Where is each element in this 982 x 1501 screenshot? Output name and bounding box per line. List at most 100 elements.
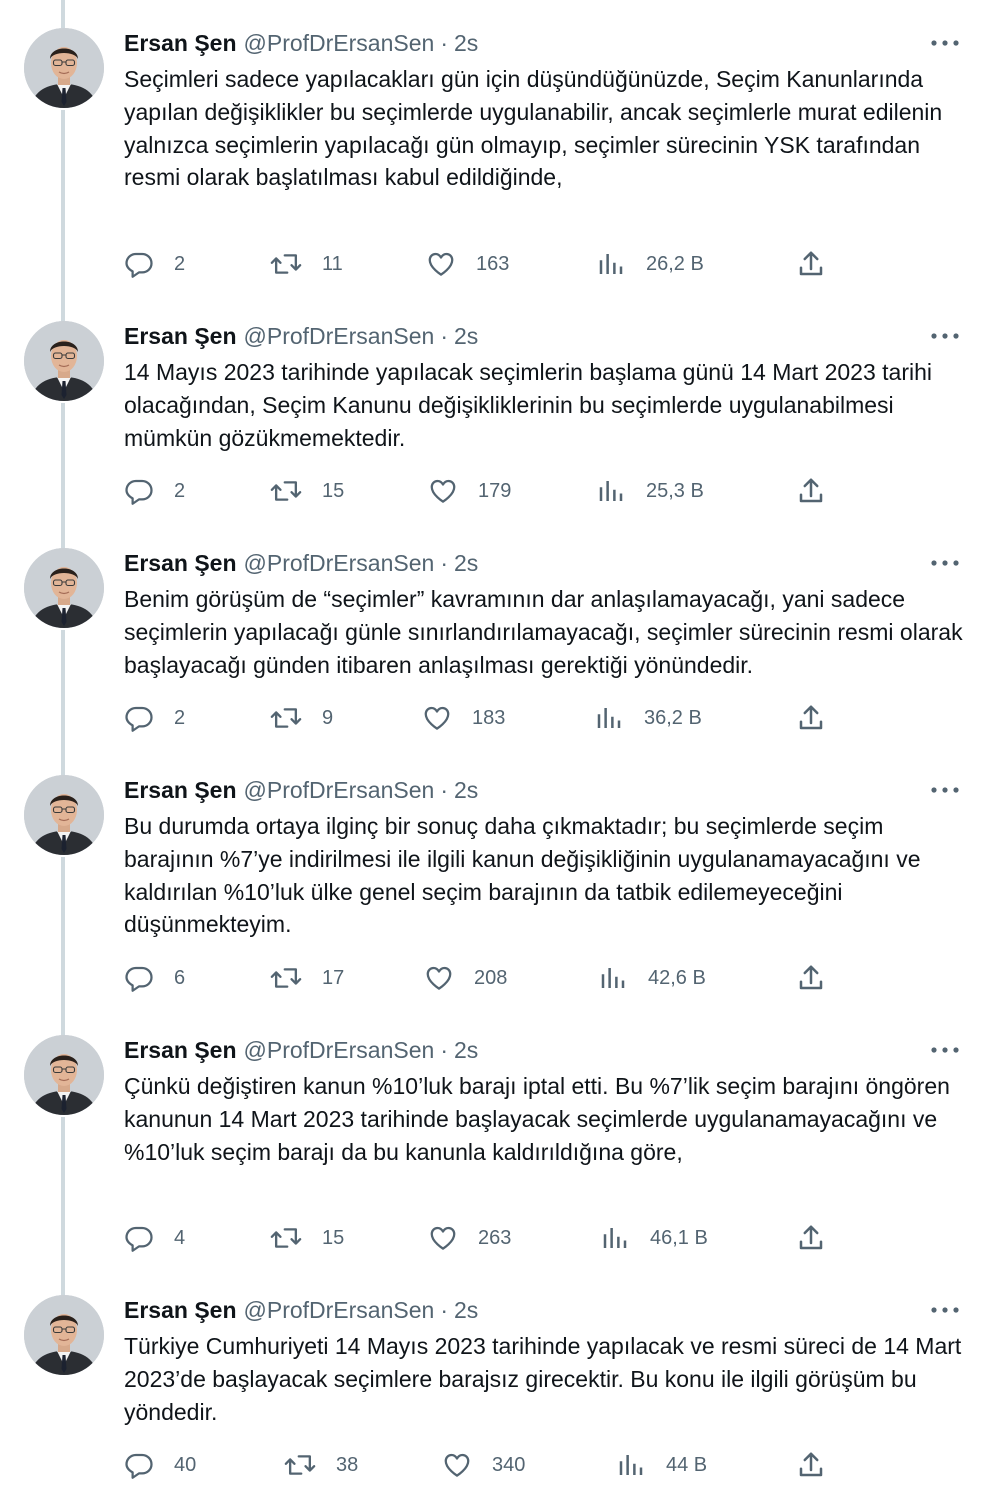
views-count: 36,2 B — [644, 706, 702, 729]
share-button[interactable] — [796, 702, 826, 734]
views-button[interactable]: 26,2 B — [596, 248, 704, 280]
like-button[interactable]: 208 — [424, 962, 507, 994]
author-handle[interactable]: @ProfDrErsanSen — [244, 30, 435, 57]
author-handle[interactable]: @ProfDrErsanSen — [244, 1297, 435, 1324]
author-name[interactable]: Ersan Şen — [124, 777, 237, 804]
share-icon — [799, 1225, 823, 1250]
views-button[interactable]: 25,3 B — [596, 475, 704, 507]
tweet-text: Benim görüşüm de “seçimler” kavramının d… — [124, 586, 963, 678]
share-icon — [799, 705, 823, 730]
more-button[interactable] — [928, 325, 962, 347]
more-button[interactable] — [928, 779, 962, 801]
like-button[interactable]: 263 — [428, 1222, 511, 1254]
heart-icon — [430, 479, 456, 503]
more-icon — [931, 1047, 959, 1053]
views-button[interactable]: 46,1 B — [600, 1222, 708, 1254]
tweet-time[interactable]: 2s — [454, 777, 478, 804]
avatar-icon — [24, 28, 104, 108]
heart-icon — [444, 1453, 470, 1477]
tweet-text: Çünkü değiştiren kanun %10’luk barajı ip… — [124, 1073, 950, 1165]
tweet-header: Ersan Şen @ProfDrErsanSen · 2s — [124, 28, 478, 58]
retweet-button[interactable]: 17 — [270, 962, 344, 994]
views-icon — [619, 1455, 643, 1475]
share-button[interactable] — [796, 962, 826, 994]
reply-button[interactable]: 6 — [124, 962, 185, 994]
tweet-time[interactable]: 2s — [454, 550, 478, 577]
retweet-icon — [270, 1228, 302, 1248]
views-button[interactable]: 36,2 B — [594, 702, 702, 734]
tweet-time[interactable]: 2s — [454, 1037, 478, 1064]
separator-dot: · — [440, 322, 448, 349]
share-button[interactable] — [796, 248, 826, 280]
share-button[interactable] — [796, 475, 826, 507]
tweet-time[interactable]: 2s — [454, 323, 478, 350]
more-button[interactable] — [928, 1299, 962, 1321]
reply-button[interactable]: 40 — [124, 1449, 196, 1481]
thread-line — [61, 857, 65, 1036]
author-name[interactable]: Ersan Şen — [124, 30, 237, 57]
tweet-actions: 2 15 179 25,3 B — [124, 475, 844, 507]
reply-button[interactable]: 2 — [124, 702, 185, 734]
reply-button[interactable]: 4 — [124, 1222, 185, 1254]
more-button[interactable] — [928, 32, 962, 54]
like-count: 183 — [472, 706, 506, 729]
like-button[interactable]: 183 — [422, 702, 505, 734]
more-button[interactable] — [928, 552, 962, 574]
share-button[interactable] — [796, 1222, 826, 1254]
retweet-button[interactable]: 15 — [270, 1222, 344, 1254]
avatar[interactable] — [24, 548, 104, 628]
tweet-text: Seçimleri sadece yapılacakları gün için … — [124, 66, 943, 191]
tweet-time[interactable]: 2s — [454, 30, 478, 57]
author-handle[interactable]: @ProfDrErsanSen — [244, 323, 435, 350]
reply-button[interactable]: 2 — [124, 248, 185, 280]
views-icon — [599, 254, 623, 274]
avatar[interactable] — [24, 1035, 104, 1115]
author-name[interactable]: Ersan Şen — [124, 1297, 237, 1324]
views-icon — [599, 481, 623, 501]
reply-button[interactable]: 2 — [124, 475, 185, 507]
author-handle[interactable]: @ProfDrErsanSen — [244, 550, 435, 577]
views-icon — [603, 1228, 627, 1248]
reply-icon — [125, 252, 153, 278]
avatar-icon — [24, 321, 104, 401]
views-button[interactable]: 42,6 B — [598, 962, 706, 994]
share-button[interactable] — [796, 1449, 826, 1481]
author-name[interactable]: Ersan Şen — [124, 1037, 237, 1064]
reply-count: 40 — [174, 1453, 197, 1476]
author-handle[interactable]: @ProfDrErsanSen — [244, 1037, 435, 1064]
tweet-header: Ersan Şen @ProfDrErsanSen · 2s — [124, 548, 478, 578]
retweet-button[interactable]: 11 — [270, 248, 343, 280]
retweet-icon — [284, 1455, 316, 1475]
like-count: 208 — [474, 966, 508, 989]
like-button[interactable]: 163 — [426, 248, 509, 280]
retweet-button[interactable]: 38 — [284, 1449, 358, 1481]
retweet-button[interactable]: 9 — [270, 702, 333, 734]
like-button[interactable]: 179 — [428, 475, 511, 507]
reply-icon — [125, 479, 153, 505]
author-handle[interactable]: @ProfDrErsanSen — [244, 777, 435, 804]
separator-dot: · — [440, 776, 448, 803]
tweet-time[interactable]: 2s — [454, 1297, 478, 1324]
more-icon — [931, 333, 959, 339]
tweet-text: Bu durumda ortaya ilginç bir sonuç daha … — [124, 813, 921, 938]
author-name[interactable]: Ersan Şen — [124, 323, 237, 350]
share-icon — [799, 251, 823, 276]
avatar[interactable] — [24, 1295, 104, 1375]
tweet-text: Türkiye Cumhuriyeti 14 Mayıs 2023 tarihi… — [124, 1333, 962, 1425]
more-icon — [931, 1307, 959, 1313]
avatar-icon — [24, 1295, 104, 1375]
retweet-button[interactable]: 15 — [270, 475, 344, 507]
reply-icon — [125, 1226, 153, 1252]
thread-line — [61, 110, 65, 322]
avatar[interactable] — [24, 321, 104, 401]
author-name[interactable]: Ersan Şen — [124, 550, 237, 577]
avatar[interactable] — [24, 28, 104, 108]
views-button[interactable]: 44 B — [616, 1449, 707, 1481]
views-count: 25,3 B — [646, 479, 704, 502]
tweet-actions: 2 9 183 36,2 B — [124, 702, 844, 734]
more-button[interactable] — [928, 1039, 962, 1061]
thread-line — [61, 1117, 65, 1296]
like-button[interactable]: 340 — [442, 1449, 525, 1481]
avatar[interactable] — [24, 775, 104, 855]
like-count: 163 — [476, 252, 510, 275]
